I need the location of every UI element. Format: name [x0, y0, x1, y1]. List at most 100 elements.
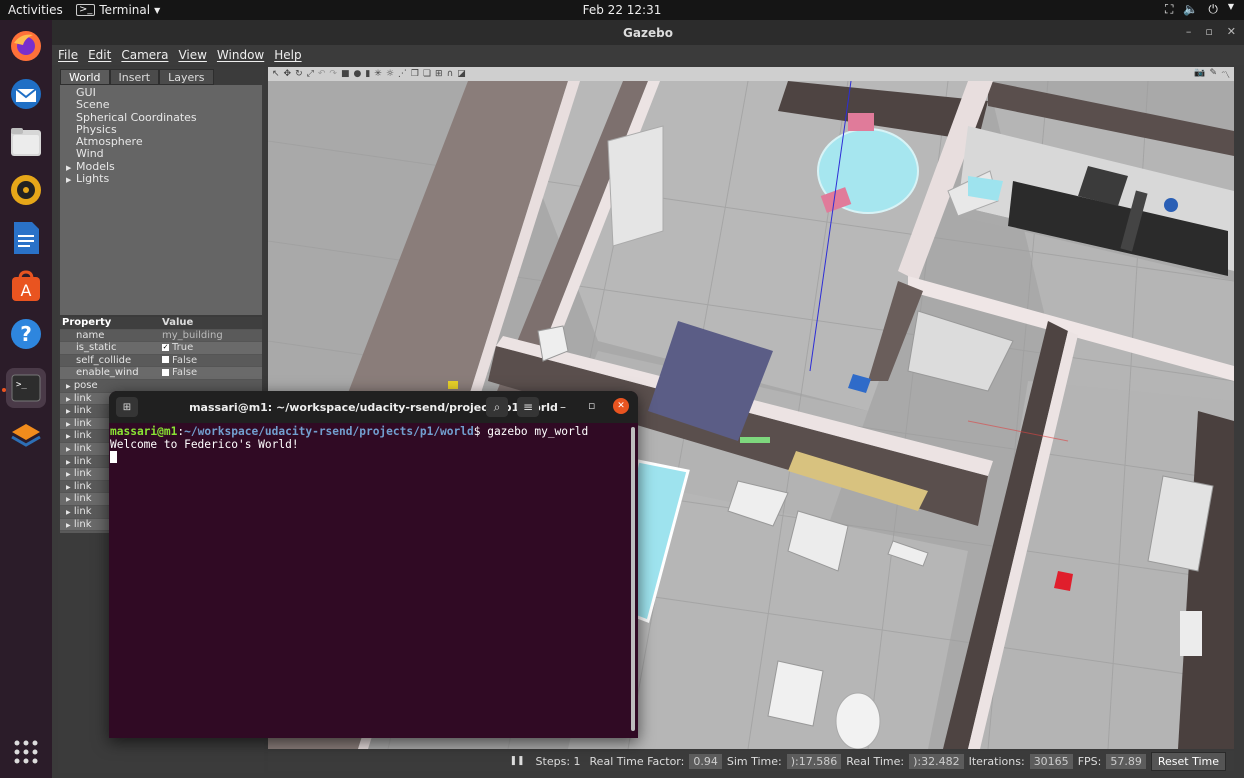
show-apps-icon[interactable]	[6, 732, 46, 772]
real-time-label: Real Time:	[846, 754, 905, 768]
spot-light-icon[interactable]: ☼	[386, 69, 394, 79]
property-row: enable_wind False	[60, 367, 262, 380]
activities-button[interactable]: Activities	[8, 3, 63, 17]
steps-label[interactable]: Steps: 1	[536, 755, 581, 768]
expand-arrow-icon[interactable]: ▶	[66, 174, 76, 186]
select-tool-icon[interactable]: ↖	[272, 69, 280, 79]
checkbox-unchecked[interactable]	[162, 368, 169, 376]
terminal-icon[interactable]: >_	[6, 368, 46, 408]
app-menu-label: Terminal	[99, 3, 151, 17]
point-light-icon[interactable]: ✳	[374, 69, 382, 79]
volume-icon: 🔈	[1183, 2, 1199, 16]
align-icon[interactable]: ⊞	[435, 69, 443, 79]
gazebo-menubar: File Edit Camera View Window Help	[52, 45, 1244, 65]
reset-time-button[interactable]: Reset Time	[1150, 751, 1226, 771]
help-icon[interactable]: ?	[6, 314, 46, 354]
tab-layers[interactable]: Layers	[159, 69, 214, 85]
menu-button[interactable]: ≡	[517, 397, 539, 417]
tree-item-lights[interactable]: ▶ Lights	[60, 172, 262, 186]
restore-icon[interactable]: ▫	[1205, 25, 1212, 38]
text-cursor	[110, 451, 117, 463]
menu-file[interactable]: File	[58, 48, 78, 62]
checkbox-checked[interactable]: ✓	[162, 343, 169, 351]
search-button[interactable]: ⌕	[486, 397, 508, 417]
checkbox-unchecked[interactable]	[162, 356, 169, 364]
snap-icon[interactable]: ∩	[447, 69, 454, 79]
rtf-value: 0.94	[689, 753, 722, 769]
terminal-output[interactable]: massari@m1:~/workspace/udacity-rsend/pro…	[110, 425, 632, 735]
fps-value: 57.89	[1106, 753, 1146, 769]
thunderbird-icon[interactable]	[6, 74, 46, 114]
gazebo-statusbar: ❚❚ Steps: 1 Real Time Factor: 0.94 Sim T…	[268, 751, 1234, 771]
clock[interactable]: Feb 22 12:31	[583, 3, 662, 17]
expand-arrow-icon[interactable]: ▶	[66, 162, 76, 174]
terminal-small-icon: >_	[76, 4, 96, 16]
terminal-command-line: massari@m1:~/workspace/udacity-rsend/pro…	[110, 425, 589, 438]
undo-icon[interactable]: ↶	[318, 69, 326, 79]
rhythmbox-icon[interactable]	[6, 170, 46, 210]
system-tray[interactable]: ⛶ 🔈 ⏻ ▼	[1165, 2, 1234, 17]
menu-camera[interactable]: Camera	[121, 48, 168, 62]
firefox-icon[interactable]	[6, 26, 46, 66]
top-bar: Activities >_ Terminal ▼ Feb 22 12:31 ⛶ …	[0, 0, 1244, 20]
property-row: self_collide False	[60, 355, 262, 368]
fps-label: FPS:	[1077, 754, 1102, 768]
sphere-shape-icon[interactable]: ●	[353, 69, 361, 79]
search-icon: ⌕	[493, 399, 501, 414]
gazebo-window-title: Gazebo	[623, 26, 673, 40]
property-column-header: Property	[62, 317, 112, 328]
sim-time-label: Sim Time:	[726, 754, 782, 768]
terminal-headerbar[interactable]: ⊞ massari@m1: ~/workspace/udacity-rsend/…	[109, 391, 638, 423]
dock: A ? >_	[0, 20, 52, 778]
close-button[interactable]: ✕	[613, 398, 629, 414]
writer-icon[interactable]	[6, 218, 46, 258]
value-column-header: Value	[162, 317, 194, 328]
redo-icon[interactable]: ↷	[329, 69, 337, 79]
svg-text:A: A	[21, 281, 32, 300]
prompt-user: massari@m1	[110, 425, 178, 438]
copy-icon[interactable]: ❐	[411, 69, 419, 79]
hamburger-icon: ≡	[522, 400, 534, 414]
layers-app-icon[interactable]	[6, 416, 46, 456]
screenshot-icon[interactable]: 📷	[1194, 68, 1205, 81]
paste-icon[interactable]: ❏	[423, 69, 431, 79]
property-table-header: Property Value	[60, 317, 262, 330]
pause-button[interactable]: ❚❚	[509, 756, 524, 766]
minimize-button[interactable]: –	[560, 400, 566, 414]
menu-window[interactable]: Window	[217, 48, 264, 62]
iterations-label: Iterations:	[968, 754, 1025, 768]
close-icon[interactable]: ✕	[1227, 25, 1236, 38]
app-center-icon[interactable]: A	[6, 266, 46, 306]
tab-insert[interactable]: Insert	[109, 69, 160, 85]
menu-help[interactable]: Help	[274, 48, 301, 62]
minimize-icon[interactable]: –	[1186, 25, 1192, 38]
sim-time-value: ):17.586	[786, 753, 842, 769]
box-shape-icon[interactable]: ■	[341, 69, 350, 79]
svg-text:?: ?	[20, 322, 32, 346]
gazebo-titlebar[interactable]: Gazebo – ▫ ✕	[52, 20, 1244, 45]
view-angle-icon[interactable]: ◪	[457, 69, 466, 79]
maximize-button[interactable]: ▫	[588, 399, 595, 412]
viewport-toolbar: ↖ ✥ ↻ ⤢ ↶ ↷ ■ ● ▮ ✳ ☼ ⋰ ❐ ❏ ⊞ ∩ ◪ 📷 ✎ 〽	[268, 67, 1234, 81]
cylinder-shape-icon[interactable]: ▮	[365, 69, 370, 79]
command-text: $ gazebo my_world	[473, 425, 589, 438]
terminal-scrollbar[interactable]	[631, 427, 635, 731]
chevron-down-icon: ▼	[1227, 2, 1234, 11]
svg-text:>_: >_	[16, 380, 27, 390]
files-icon[interactable]	[6, 122, 46, 162]
plot-icon[interactable]: 〽	[1221, 68, 1230, 81]
menu-edit[interactable]: Edit	[88, 48, 111, 62]
app-menu-button[interactable]: >_ Terminal ▼	[76, 3, 160, 17]
directional-light-icon[interactable]: ⋰	[398, 69, 407, 79]
menu-view[interactable]: View	[178, 48, 206, 62]
translate-tool-icon[interactable]: ✥	[284, 69, 292, 79]
network-icon: ⛶	[1164, 2, 1174, 16]
power-icon: ⏻	[1208, 2, 1218, 16]
iterations-value: 30165	[1029, 753, 1073, 769]
terminal-output-line: Welcome to Federico's World!	[110, 438, 299, 451]
terminal-window[interactable]: ⊞ massari@m1: ~/workspace/udacity-rsend/…	[109, 391, 638, 738]
scale-tool-icon[interactable]: ⤢	[307, 69, 314, 79]
rotate-tool-icon[interactable]: ↻	[295, 69, 303, 79]
tab-world[interactable]: World	[60, 69, 110, 85]
log-icon[interactable]: ✎	[1209, 68, 1217, 81]
